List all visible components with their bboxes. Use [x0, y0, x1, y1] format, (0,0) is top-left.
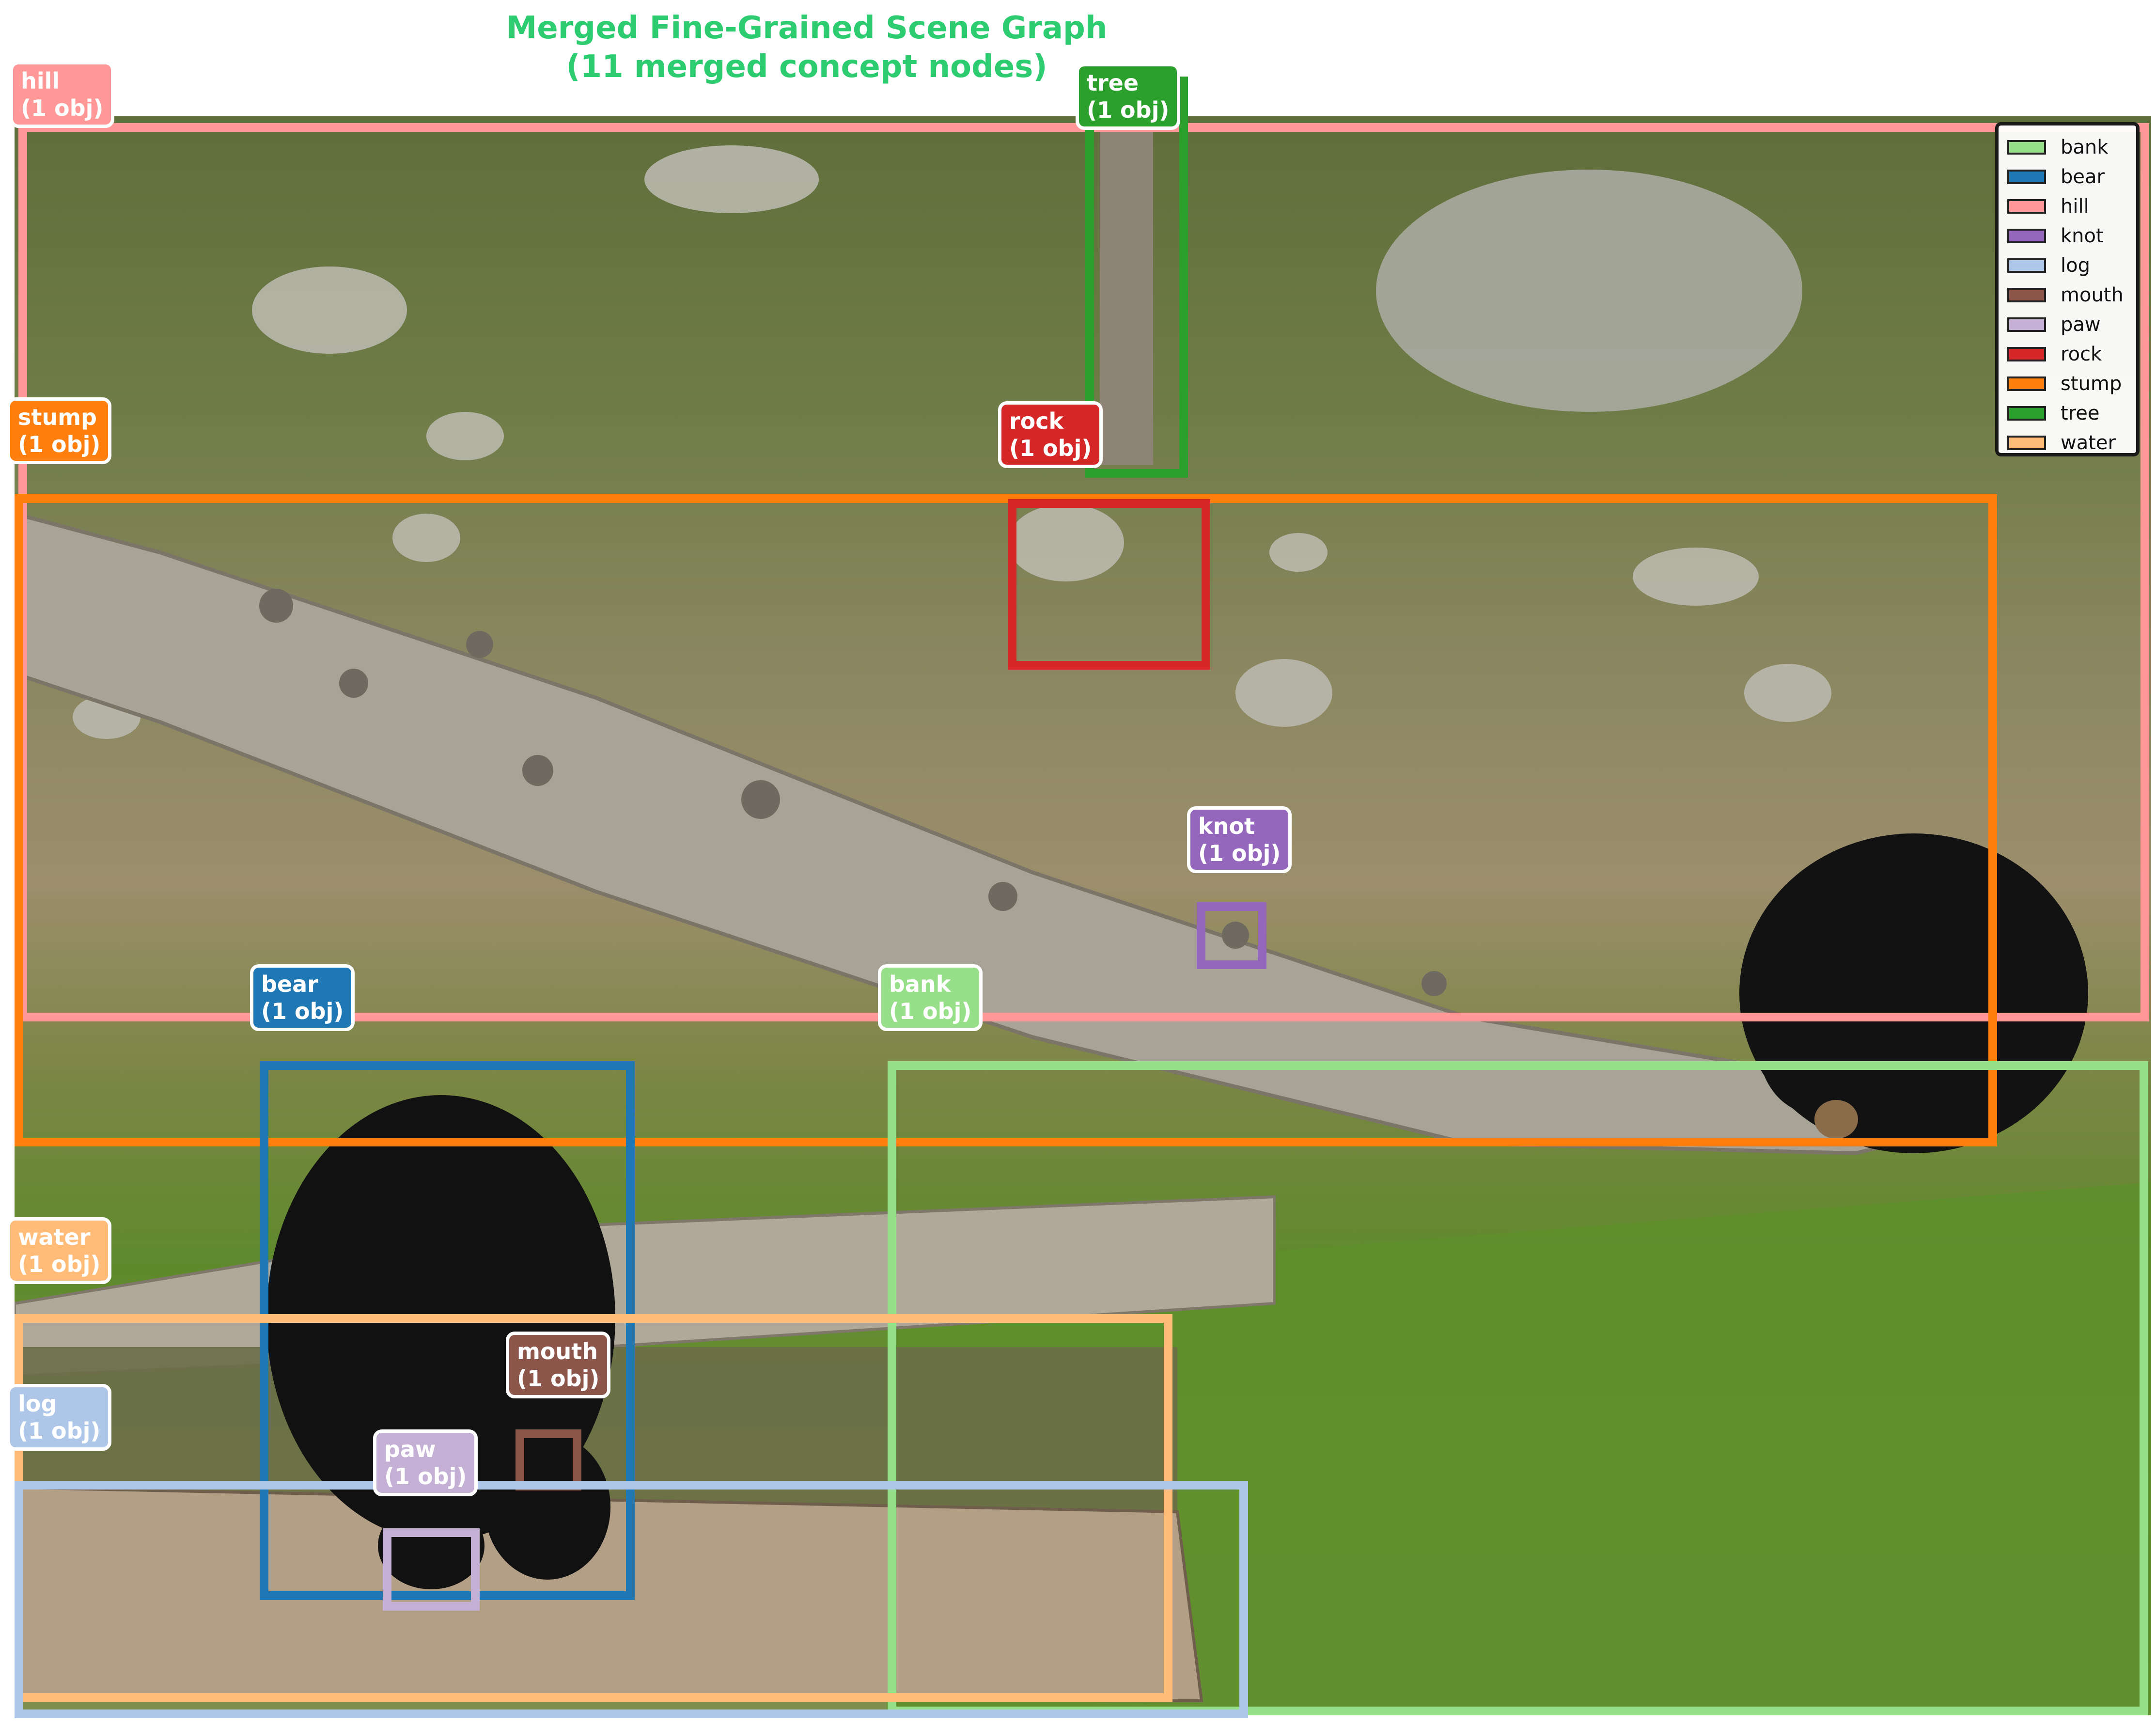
legend-label-stump: stump: [2061, 372, 2122, 395]
label-knot-name: knot: [1198, 813, 1255, 839]
legend-swatch-stump: [2007, 376, 2046, 391]
legend-swatch-rock: [2007, 346, 2046, 361]
legend-item-mouth: mouth: [2007, 280, 2136, 310]
legend-swatch-knot: [2007, 228, 2046, 243]
label-paw-name: paw: [384, 1436, 436, 1462]
legend-item-stump: stump: [2007, 369, 2136, 398]
bbox-paw: [383, 1528, 480, 1611]
legend-item-water: water: [2007, 428, 2136, 457]
bbox-stump: [15, 494, 1997, 1146]
legend-label-bank: bank: [2061, 136, 2109, 158]
label-bear-count: (1 obj): [261, 998, 344, 1024]
label-paw: paw (1 obj): [373, 1429, 478, 1496]
legend-label-bear: bear: [2061, 165, 2105, 188]
label-bank-count: (1 obj): [889, 998, 972, 1024]
legend-item-log: log: [2007, 251, 2136, 280]
legend-swatch-bank: [2007, 140, 2046, 155]
legend-swatch-mouth: [2007, 287, 2046, 302]
legend-label-hill: hill: [2061, 195, 2089, 218]
label-stump-name: stump: [18, 404, 97, 430]
label-rock-count: (1 obj): [1009, 435, 1092, 461]
label-log: log (1 obj): [7, 1384, 112, 1451]
label-bear: bear (1 obj): [250, 964, 355, 1031]
figure-title-line1: Merged Fine-Grained Scene Graph: [506, 10, 1108, 46]
legend: bank bear hill knot log mouth paw rock stump tree…: [1995, 122, 2140, 456]
label-water-count: (1 obj): [18, 1251, 101, 1277]
label-tree: tree (1 obj): [1076, 63, 1181, 130]
label-bear-name: bear: [261, 971, 318, 997]
label-hill: hill (1 obj): [10, 61, 115, 128]
label-tree-count: (1 obj): [1087, 97, 1170, 123]
legend-item-knot: knot: [2007, 221, 2136, 251]
legend-label-water: water: [2061, 431, 2116, 454]
label-mouth-name: mouth: [517, 1338, 598, 1364]
label-stump-count: (1 obj): [18, 431, 101, 457]
label-water-name: water: [18, 1224, 91, 1250]
legend-swatch-water: [2007, 435, 2046, 450]
label-bank-name: bank: [889, 971, 951, 997]
legend-label-tree: tree: [2061, 402, 2100, 424]
figure-title: Merged Fine-Grained Scene Graph (11 merg…: [0, 9, 1613, 86]
legend-swatch-hill: [2007, 199, 2046, 214]
bbox-knot: [1197, 902, 1266, 969]
label-stump: stump (1 obj): [7, 397, 112, 464]
bbox-log: [15, 1481, 1248, 1718]
legend-item-tree: tree: [2007, 398, 2136, 428]
legend-item-bank: bank: [2007, 132, 2136, 162]
legend-label-knot: knot: [2061, 224, 2104, 247]
figure-title-line2: (11 merged concept nodes): [566, 49, 1047, 85]
label-rock: rock (1 obj): [998, 401, 1103, 468]
label-rock-name: rock: [1009, 408, 1064, 434]
label-paw-count: (1 obj): [384, 1463, 467, 1490]
label-knot: knot (1 obj): [1187, 806, 1292, 873]
legend-swatch-tree: [2007, 406, 2046, 421]
label-tree-name: tree: [1087, 70, 1139, 96]
legend-label-paw: paw: [2061, 313, 2101, 336]
label-water: water (1 obj): [7, 1217, 112, 1284]
label-hill-count: (1 obj): [21, 95, 104, 121]
legend-label-rock: rock: [2061, 343, 2102, 365]
label-hill-name: hill: [21, 68, 60, 94]
label-knot-count: (1 obj): [1198, 840, 1281, 866]
label-log-count: (1 obj): [18, 1418, 101, 1444]
legend-swatch-log: [2007, 258, 2046, 273]
legend-label-log: log: [2061, 254, 2090, 277]
legend-item-hill: hill: [2007, 191, 2136, 221]
legend-item-rock: rock: [2007, 339, 2136, 369]
label-log-name: log: [18, 1391, 57, 1417]
bbox-rock: [1008, 499, 1210, 670]
legend-label-mouth: mouth: [2061, 283, 2124, 306]
label-mouth-count: (1 obj): [517, 1365, 600, 1392]
label-bank: bank (1 obj): [878, 964, 983, 1031]
legend-swatch-bear: [2007, 169, 2046, 184]
legend-item-bear: bear: [2007, 162, 2136, 191]
legend-item-paw: paw: [2007, 310, 2136, 339]
legend-swatch-paw: [2007, 317, 2046, 332]
label-mouth: mouth (1 obj): [506, 1332, 611, 1398]
